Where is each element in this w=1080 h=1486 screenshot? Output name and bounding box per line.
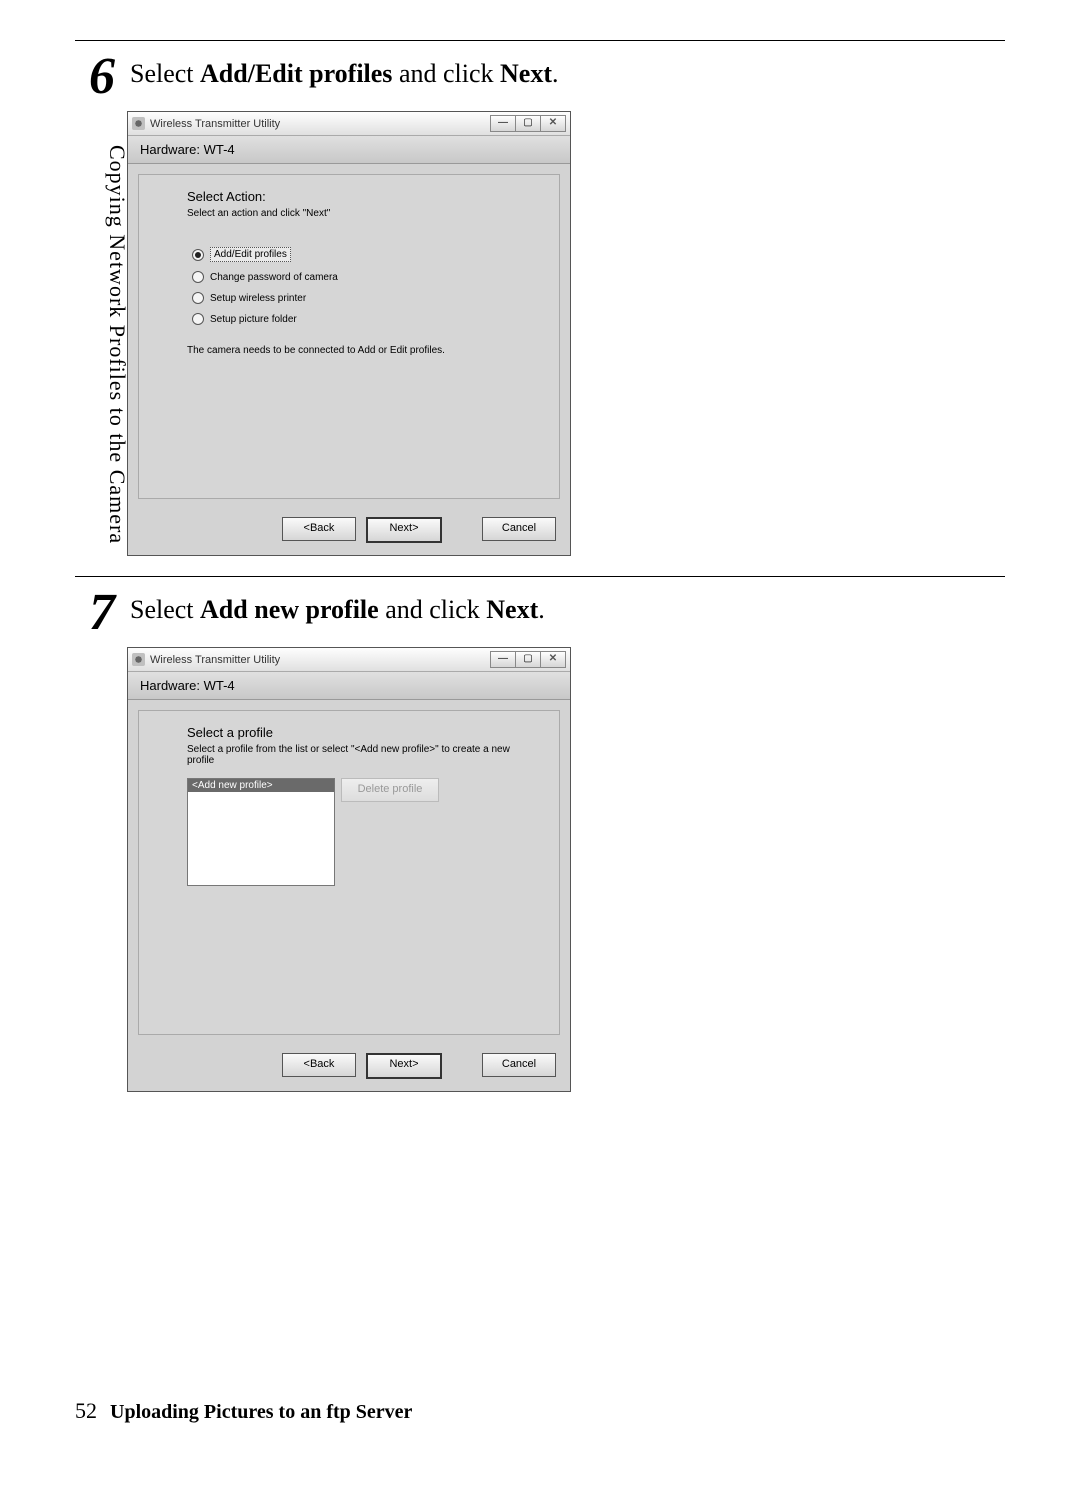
step7-suffix: . (538, 595, 545, 624)
next-button[interactable]: Next> (366, 517, 442, 543)
radio-dot-icon (192, 292, 204, 304)
cancel-button[interactable]: Cancel (482, 517, 556, 541)
separator (75, 576, 1005, 577)
list-item-add-new[interactable]: <Add new profile> (188, 779, 334, 792)
maximize-button[interactable]: ▢ (515, 651, 541, 668)
select-profile-sub: Select a profile from the list or select… (187, 744, 519, 766)
minimize-button[interactable]: — (490, 651, 516, 668)
window-title: Wireless Transmitter Utility (150, 118, 280, 130)
profile-listbox[interactable]: <Add new profile> (187, 778, 335, 886)
delete-profile-button: Delete profile (341, 778, 439, 802)
step-6: 6 Select Add/Edit profiles and click Nex… (75, 51, 1005, 103)
step6-bold2: Next (500, 59, 552, 88)
dialog-select-profile: Wireless Transmitter Utility — ▢ ✕ Hardw… (127, 647, 571, 1092)
radio-change-password[interactable]: Change password of camera (192, 271, 519, 283)
step-text-7: Select Add new profile and click Next. (130, 595, 545, 625)
content-panel: Select a profile Select a profile from t… (138, 710, 560, 1035)
step7-prefix: Select (130, 595, 200, 624)
maximize-button[interactable]: ▢ (515, 115, 541, 132)
radio-dot-icon (192, 313, 204, 325)
section-side-label: Copying Network Profiles to the Camera (104, 145, 130, 544)
page-footer: 52 Uploading Pictures to an ftp Server (75, 1398, 412, 1424)
step6-suffix: . (552, 59, 559, 88)
hardware-label: Hardware: WT-4 (128, 136, 570, 164)
radio-setup-folder[interactable]: Setup picture folder (192, 313, 519, 325)
step7-mid: and click (379, 595, 487, 624)
back-button[interactable]: <Back (282, 517, 356, 541)
radio-label-setup-folder: Setup picture folder (210, 314, 297, 325)
close-button[interactable]: ✕ (540, 651, 566, 668)
step-7: 7 Select Add new profile and click Next. (75, 587, 1005, 639)
dialog-select-action: Wireless Transmitter Utility — ▢ ✕ Hardw… (127, 111, 571, 556)
cancel-button[interactable]: Cancel (482, 1053, 556, 1077)
radio-label-setup-printer: Setup wireless printer (210, 293, 306, 304)
step6-bold1: Add/Edit profiles (200, 59, 392, 88)
content-panel: Select Action: Select an action and clic… (138, 174, 560, 499)
select-action-heading: Select Action: (187, 189, 519, 204)
back-button[interactable]: <Back (282, 1053, 356, 1077)
titlebar: Wireless Transmitter Utility — ▢ ✕ (128, 648, 570, 672)
step6-prefix: Select (130, 59, 200, 88)
radio-setup-printer[interactable]: Setup wireless printer (192, 292, 519, 304)
step-number-7: 7 (75, 587, 115, 639)
radio-dot-icon (192, 271, 204, 283)
step6-mid: and click (392, 59, 500, 88)
step7-bold1: Add new profile (200, 595, 379, 624)
select-action-sub: Select an action and click "Next" (187, 208, 519, 219)
app-icon (132, 117, 145, 130)
connect-note: The camera needs to be connected to Add … (187, 345, 519, 356)
hardware-label: Hardware: WT-4 (128, 672, 570, 700)
radio-dot-icon (192, 249, 204, 261)
radio-label-add-edit: Add/Edit profiles (210, 247, 291, 262)
app-icon (132, 653, 145, 666)
page-number: 52 (75, 1398, 97, 1423)
window-title: Wireless Transmitter Utility (150, 654, 280, 666)
step7-bold2: Next (486, 595, 538, 624)
radio-label-change-password: Change password of camera (210, 272, 338, 283)
next-button[interactable]: Next> (366, 1053, 442, 1079)
radio-add-edit[interactable]: Add/Edit profiles (192, 247, 519, 262)
titlebar: Wireless Transmitter Utility — ▢ ✕ (128, 112, 570, 136)
select-profile-heading: Select a profile (187, 725, 519, 740)
close-button[interactable]: ✕ (540, 115, 566, 132)
chapter-title: Uploading Pictures to an ftp Server (110, 1401, 412, 1423)
step-number-6: 6 (75, 51, 115, 103)
minimize-button[interactable]: — (490, 115, 516, 132)
step-text-6: Select Add/Edit profiles and click Next. (130, 59, 559, 89)
